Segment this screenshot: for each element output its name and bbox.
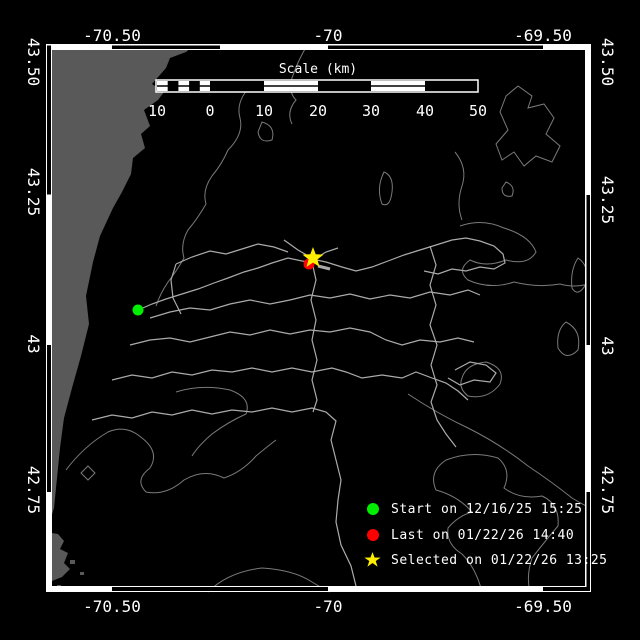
legend-item-label: Start on 12/16/25 15:25	[391, 501, 583, 517]
scale-tick-20: 20	[308, 102, 328, 120]
land-polygon	[46, 44, 196, 588]
last-marker-icon	[367, 529, 379, 541]
legend-item-last: Last on 01/22/26 14:40	[367, 527, 574, 543]
axis-label-bottom-lon1: -70.50	[83, 597, 141, 616]
axis-label-left-lat3: 43	[24, 334, 43, 354]
scale-tick-50: 50	[468, 102, 488, 120]
scale-tick-10: 10	[254, 102, 274, 120]
scale-bar	[155, 79, 479, 93]
axis-label-top-lon1: -70.50	[83, 26, 141, 45]
scale-tick-30: 30	[361, 102, 381, 120]
axis-label-top-lon2: -70	[313, 26, 343, 45]
scale-tick-m10: 10	[147, 102, 167, 120]
scale-tick-40: 40	[415, 102, 435, 120]
axis-label-right-lat4: 42.75	[598, 465, 617, 515]
selected-marker-icon	[364, 552, 381, 567]
start-position-marker[interactable]	[132, 304, 144, 316]
axis-label-top-lon3: -69.50	[514, 26, 572, 45]
axis-label-left-lat2: 43.25	[24, 167, 43, 217]
start-marker-icon	[367, 503, 379, 515]
drifter-track-map-window: -70.50 -70 -69.50 -70.50 -70 -69.50 43.5…	[0, 0, 640, 640]
axis-label-right-lat1: 43.50	[598, 37, 617, 87]
legend-item-label: Selected on 01/22/26 13:25	[391, 552, 608, 568]
axis-label-bottom-lon2: -70	[313, 597, 343, 616]
legend-item-selected: Selected on 01/22/26 13:25	[364, 552, 608, 568]
axis-label-bottom-lon3: -69.50	[514, 597, 572, 616]
axis-label-left-lat4: 42.75	[24, 465, 43, 515]
map-canvas[interactable]	[0, 0, 640, 640]
legend-item-start: Start on 12/16/25 15:25	[367, 501, 583, 517]
axis-label-right-lat2: 43.25	[598, 175, 617, 225]
axis-label-right-lat3: 43	[598, 336, 617, 356]
scale-bar-title: Scale (km)	[278, 62, 358, 77]
axis-label-left-lat1: 43.50	[24, 37, 43, 87]
scale-tick-0: 0	[205, 102, 215, 120]
legend-item-label: Last on 01/22/26 14:40	[391, 527, 575, 543]
